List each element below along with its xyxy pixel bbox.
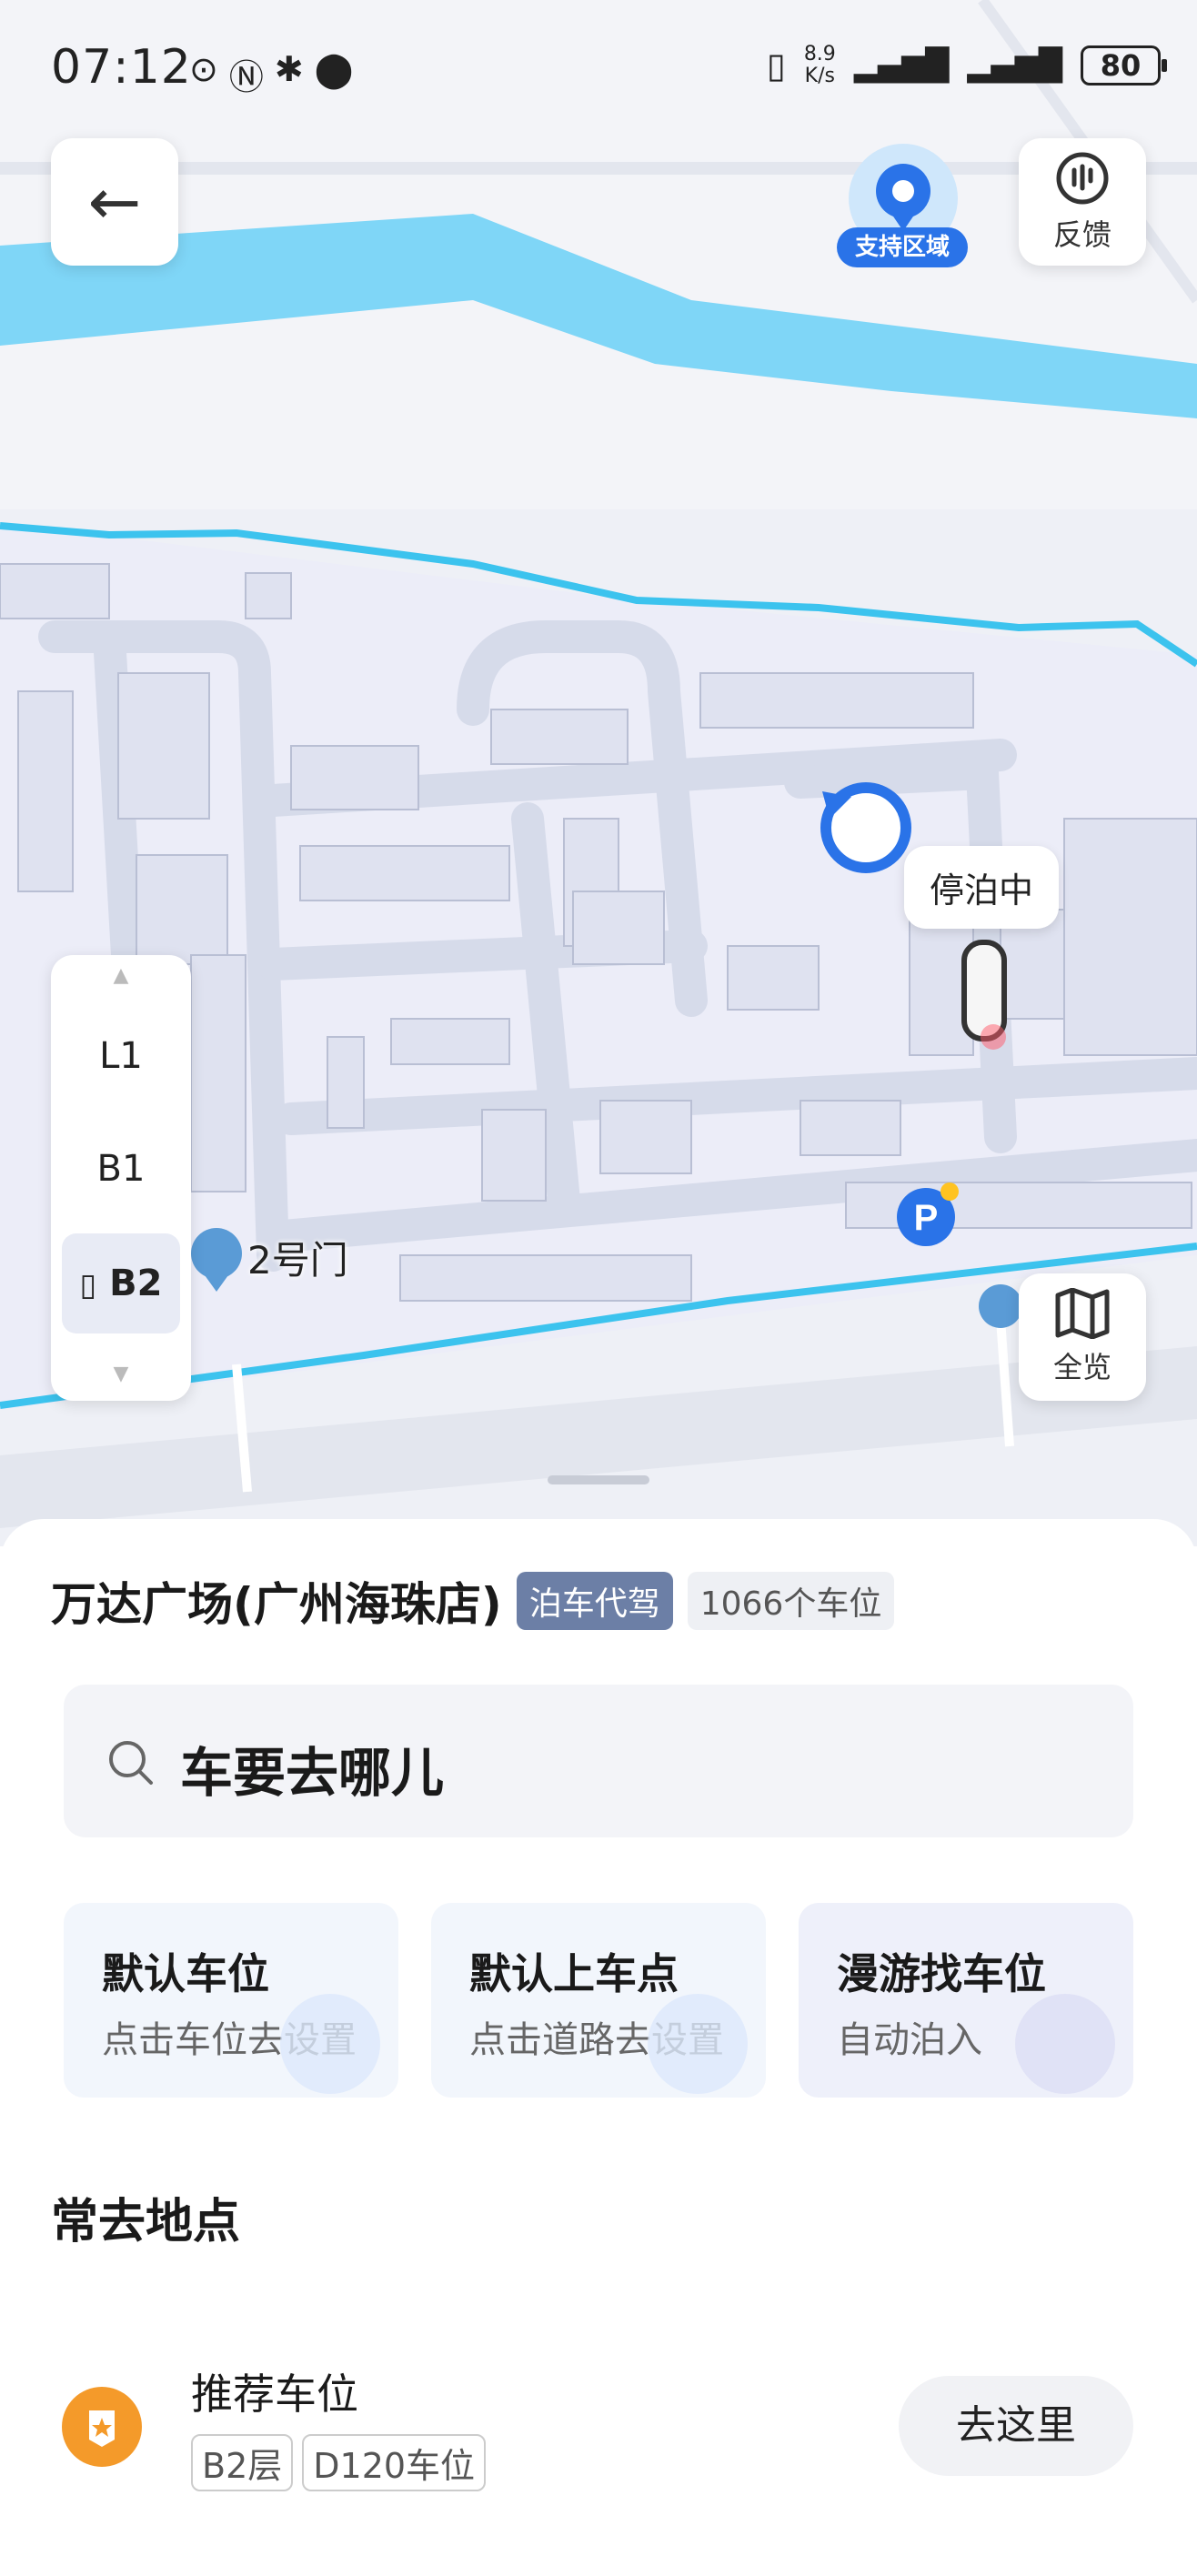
battery-icon: 80	[1081, 45, 1167, 86]
auto-park-icon	[1015, 1994, 1115, 2094]
roam-find-spot-title: 漫游找车位	[837, 1949, 1046, 1998]
destination-search[interactable]: 车要去哪儿	[64, 1685, 1133, 1837]
net-speed: 8.9 K/s	[803, 43, 836, 87]
floor-item-b1[interactable]: B1	[62, 1119, 180, 1219]
floor-down-icon[interactable]: ▼	[51, 1363, 191, 1385]
status-bar: 07:12 ⊙ Ⓝ ✱ ⬤ ▯ 8.9 K/s ▂▄▆█ ▂▄▆█ 80	[0, 0, 1197, 146]
overview-label: 全览	[1052, 1350, 1112, 1384]
location-icon: ⬤	[314, 49, 354, 89]
default-pickup-card[interactable]: 默认上车点 点击道路去设置	[431, 1903, 766, 2098]
spot-icon	[280, 1994, 380, 2094]
parking-map[interactable]: P 07:12 ⊙ Ⓝ ✱ ⬤ ▯ 8.9 K/s ▂▄▆█ ▂▄▆█ 80 ←	[0, 0, 1197, 1546]
search-placeholder: 车要去哪儿	[180, 1742, 445, 1804]
signal-icon-2: ▂▄▆█	[967, 47, 1062, 84]
map-icon	[1055, 1288, 1110, 1339]
status-right: ▯ 8.9 K/s ▂▄▆█ ▂▄▆█ 80	[766, 43, 1167, 87]
svg-text:P: P	[914, 1198, 939, 1238]
default-spot-card[interactable]: 默认车位 点击车位去设置	[64, 1903, 398, 2098]
search-icon	[109, 1741, 153, 1785]
status-icons: ⊙ Ⓝ ✱ ⬤	[189, 49, 353, 99]
feedback-icon	[1056, 152, 1109, 205]
pickup-icon	[648, 1994, 748, 2094]
default-pickup-title: 默认上车点	[469, 1949, 679, 1998]
feedback-button[interactable]: 反馈	[1019, 138, 1146, 266]
recommended-spot-title[interactable]: 推荐车位	[191, 2361, 358, 2421]
valet-tag: 泊车代驾	[516, 1572, 673, 1630]
arrow-left-icon: ←	[87, 165, 142, 239]
floor-up-icon[interactable]: ▲	[51, 964, 191, 987]
spot-number-tag: D120车位	[302, 2434, 487, 2491]
car-icon: ▯	[79, 1267, 97, 1303]
vibrate-icon: ▯	[766, 45, 786, 86]
gate-label[interactable]: 2号门	[247, 1230, 348, 1285]
go-here-button[interactable]: 去这里	[899, 2376, 1133, 2476]
venue-header: 万达广场(广州海珠店) 泊车代驾 1066个车位	[51, 1568, 895, 1634]
floor-item-l1[interactable]: L1	[62, 1006, 180, 1106]
n-icon: Ⓝ	[228, 57, 264, 97]
venue-name: 万达广场(广州海珠店)	[51, 1578, 502, 1631]
overview-button[interactable]: 全览	[1019, 1273, 1146, 1401]
feedback-label: 反馈	[1052, 217, 1112, 252]
roam-find-spot-card[interactable]: 漫游找车位 自动泊入	[799, 1903, 1133, 2098]
floor-tag: B2层	[191, 2434, 294, 2491]
spots-count-tag: 1066个车位	[687, 1572, 895, 1630]
support-region-label[interactable]: 支持区域	[837, 227, 968, 267]
status-time: 07:12	[51, 40, 192, 95]
floor-selector[interactable]: ▲ L1 B1 ▯ B2 ▼	[51, 955, 191, 1401]
floor-item-b2[interactable]: ▯ B2	[62, 1233, 180, 1333]
floor-item-b2-label: B2	[109, 1263, 163, 1304]
back-button[interactable]: ←	[51, 138, 178, 266]
roam-find-spot-subtitle: 自动泊入	[837, 2019, 982, 2061]
frequent-places-title: 常去地点	[51, 2195, 241, 2249]
recommended-spot-tags: B2层 D120车位	[191, 2434, 487, 2491]
bluetooth-icon: ✱	[274, 49, 304, 89]
signal-icon: ▂▄▆█	[853, 47, 950, 84]
parking-status-label: 停泊中	[904, 846, 1060, 929]
nfc-icon: ⊙	[189, 49, 218, 89]
default-spot-title: 默认车位	[102, 1949, 269, 1998]
drag-handle[interactable]	[548, 1475, 649, 1484]
recommended-spot-icon	[62, 2387, 142, 2467]
